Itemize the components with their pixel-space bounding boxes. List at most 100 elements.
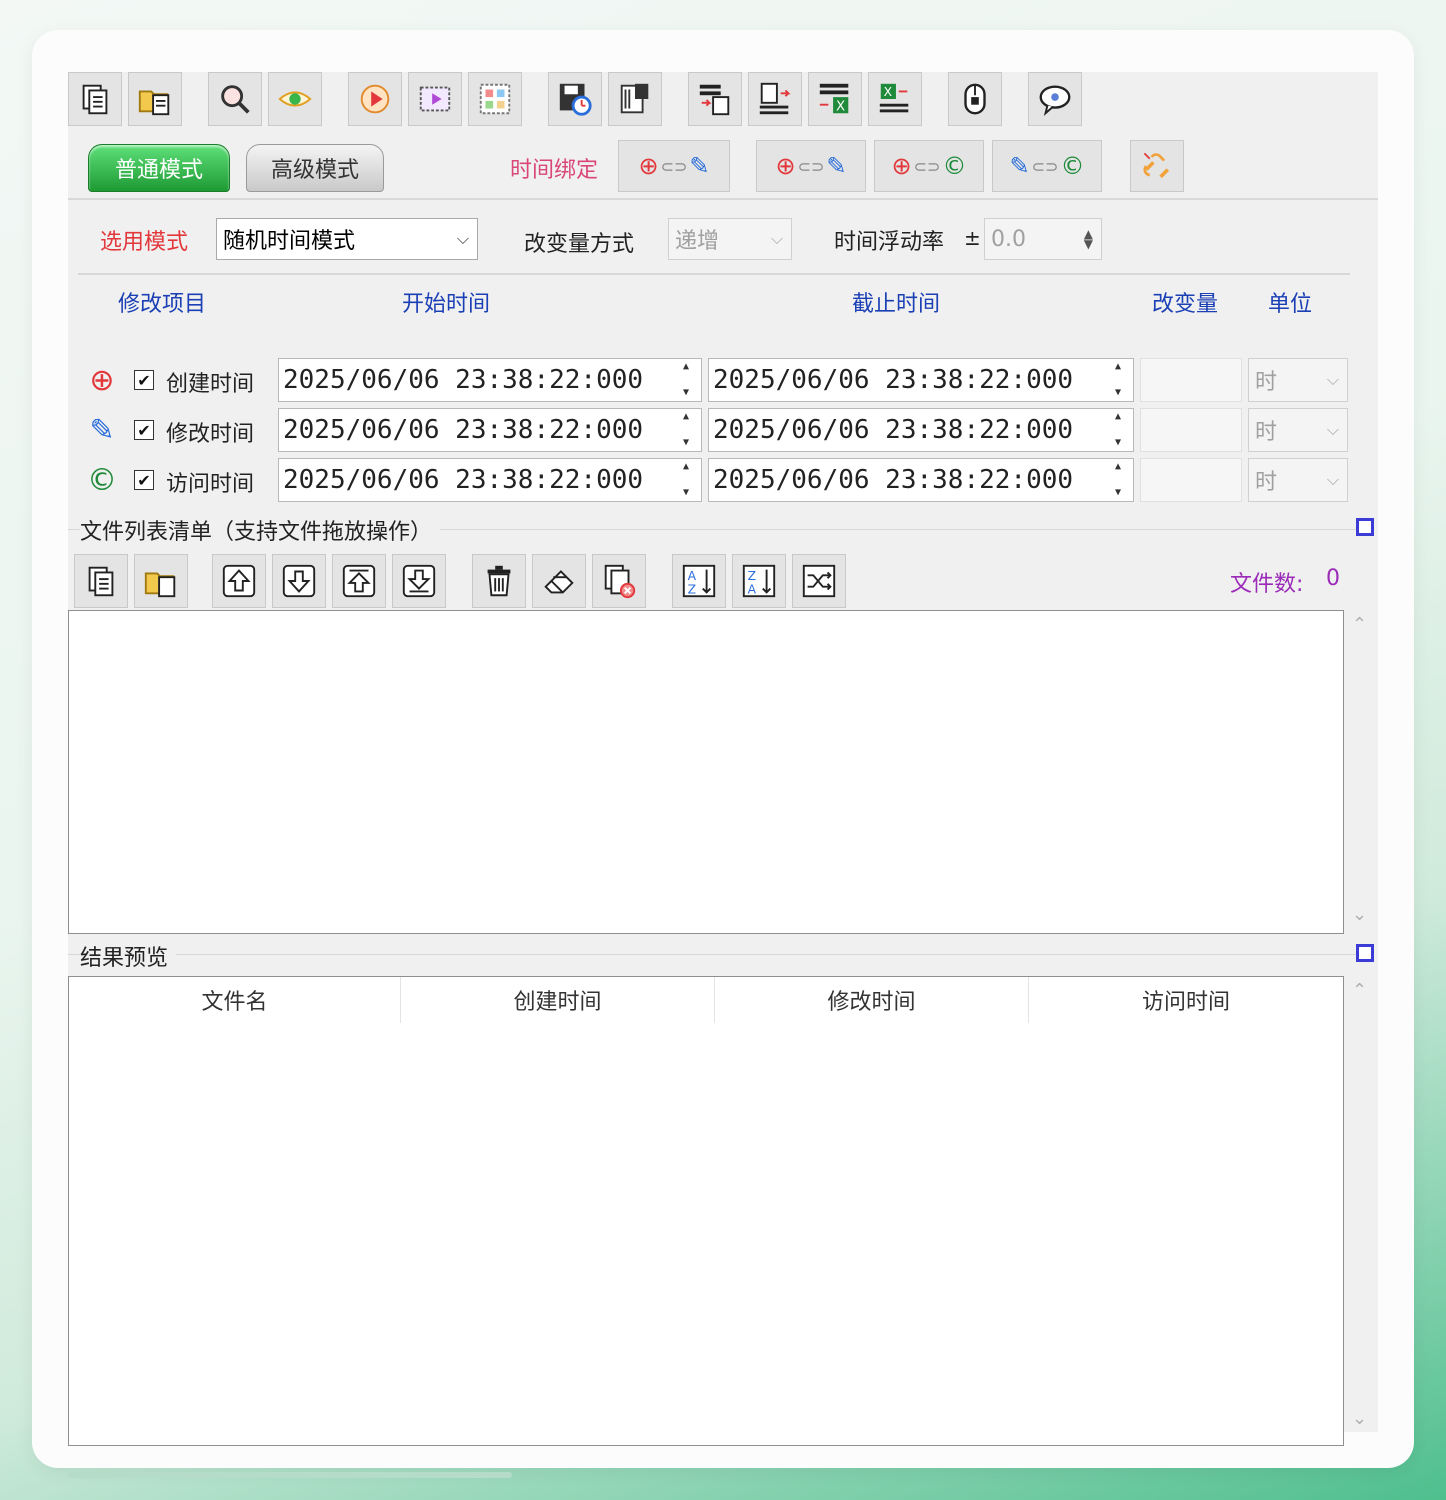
plus-minus-sign: ± <box>964 226 981 250</box>
preview-toggle[interactable] <box>1356 944 1374 962</box>
play-button[interactable] <box>348 72 402 126</box>
move-top-button[interactable] <box>332 554 386 608</box>
access-end-time-value: 2025/06/06 23:38:22:000 <box>713 465 1074 495</box>
modify-start-time-input[interactable]: 2025/06/06 23:38:22:000 ▲ ▼ <box>278 408 702 452</box>
message-button[interactable] <box>1028 72 1082 126</box>
preview-button[interactable] <box>268 72 322 126</box>
float-rate-input[interactable]: 0.0 ▲ ▼ <box>984 218 1102 260</box>
chevron-down-icon: ⌵ <box>456 229 469 248</box>
bind-modify-access-button[interactable]: ✎ ⊂⊃ © <box>992 140 1102 192</box>
column-header-accessed[interactable]: 访问时间 <box>1029 977 1343 1023</box>
arrow-bottom-icon <box>402 564 436 598</box>
column-header-created[interactable]: 创建时间 <box>401 977 715 1023</box>
mode-select[interactable]: 随机时间模式 ⌵ <box>216 218 478 260</box>
create-end-time-input[interactable]: 2025/06/06 23:38:22:000 ▲ ▼ <box>708 358 1134 402</box>
create-time-checkbox[interactable]: ✔ <box>134 370 154 390</box>
svg-text:X: X <box>884 85 893 99</box>
access-end-time-input[interactable]: 2025/06/06 23:38:22:000 ▲ ▼ <box>708 458 1134 502</box>
export-excel-button[interactable]: X <box>868 72 922 126</box>
move-bottom-button[interactable] <box>392 554 446 608</box>
modify-end-time-input[interactable]: 2025/06/06 23:38:22:000 ▲ ▼ <box>708 408 1134 452</box>
mouse-button[interactable] <box>948 72 1002 126</box>
bind-create-modify-button[interactable]: ⊕ ⊂⊃ ✎ <box>618 140 730 192</box>
play-icon <box>360 84 390 114</box>
svg-text:A: A <box>748 582 757 596</box>
spin-button[interactable]: ▲ ▼ <box>673 361 699 399</box>
modify-start-time-value: 2025/06/06 23:38:22:000 <box>283 415 644 445</box>
select-frame-button[interactable] <box>408 72 462 126</box>
modify-time-label: 修改时间 <box>166 422 255 447</box>
unbind-button[interactable] <box>1130 140 1184 192</box>
column-header-filename[interactable]: 文件名 <box>69 977 401 1023</box>
add-folder-button[interactable] <box>134 554 188 608</box>
header-delta: 改变量 <box>1152 292 1219 317</box>
preview-table[interactable]: 文件名 创建时间 修改时间 访问时间 <box>68 976 1344 1446</box>
grid-icon <box>479 83 511 115</box>
copy-files-icon <box>82 84 108 115</box>
move-down-button[interactable] <box>272 554 326 608</box>
access-unit-value: 时 <box>1255 470 1278 495</box>
spin-button[interactable]: ▲ ▼ <box>673 411 699 449</box>
spin-button[interactable]: ▲ ▼ <box>1105 461 1131 499</box>
create-time-label: 创建时间 <box>166 372 255 397</box>
modify-unit-select[interactable]: 时 ⌵ <box>1248 408 1348 452</box>
modify-delta-input[interactable] <box>1140 408 1242 452</box>
clear-list-button[interactable] <box>532 554 586 608</box>
spin-button[interactable]: ▲ ▼ <box>1105 411 1131 449</box>
create-unit-select[interactable]: 时 ⌵ <box>1248 358 1348 402</box>
create-start-time-input[interactable]: 2025/06/06 23:38:22:000 ▲ ▼ <box>278 358 702 402</box>
bind-create-access-button[interactable]: ⊕ ⊂⊃ © <box>874 140 984 192</box>
add-files-button[interactable] <box>74 554 128 608</box>
header-start-time: 开始时间 <box>402 292 491 317</box>
main-toolbar: X X <box>68 72 1378 130</box>
svg-text:Z: Z <box>748 569 756 583</box>
modify-time-checkbox[interactable]: ✔ <box>134 420 154 440</box>
search-button[interactable] <box>208 72 262 126</box>
access-time-icon: © <box>87 462 117 498</box>
change-method-select[interactable]: 递增 ⌵ <box>668 218 792 260</box>
float-rate-label: 时间浮动率 <box>834 230 945 255</box>
mouse-icon <box>964 83 986 115</box>
column-header-modified[interactable]: 修改时间 <box>715 977 1029 1023</box>
normal-mode-tab[interactable]: 普通模式 <box>88 144 230 192</box>
import-excel-button[interactable]: X <box>808 72 862 126</box>
sort-descending-button[interactable]: ZA <box>732 554 786 608</box>
save-time-button[interactable] <box>548 72 602 126</box>
header-item: 修改项目 <box>118 292 207 317</box>
grid-select-button[interactable] <box>468 72 522 126</box>
link-icon: ⊂⊃ <box>1031 156 1059 176</box>
add-folder-button[interactable] <box>128 72 182 126</box>
spin-button[interactable]: ▲ ▼ <box>673 461 699 499</box>
load-button[interactable] <box>608 72 662 126</box>
float-rate-value: 0.0 <box>991 226 1026 252</box>
sort-ascending-button[interactable]: AZ <box>672 554 726 608</box>
spin-button[interactable]: ▲ ▼ <box>1105 361 1131 399</box>
move-up-button[interactable] <box>212 554 266 608</box>
file-list-box[interactable] <box>68 610 1344 934</box>
scroll-down-icon[interactable]: ⌄ <box>1352 904 1367 925</box>
bind-create-modify-pair-button[interactable]: ⊕ ⊂⊃ ✎ <box>756 140 866 192</box>
create-time-icon: ⊕ <box>891 152 912 180</box>
change-method-label: 改变量方式 <box>524 232 635 257</box>
scroll-up-icon[interactable]: ⌃ <box>1352 614 1367 635</box>
add-files-button[interactable] <box>68 72 122 126</box>
link-icon: ⊂⊃ <box>797 156 825 176</box>
create-delta-input[interactable] <box>1140 358 1242 402</box>
scroll-up-icon[interactable]: ⌃ <box>1352 980 1367 1001</box>
broken-link-icon <box>1143 152 1170 179</box>
remove-invalid-button[interactable] <box>592 554 646 608</box>
delete-button[interactable] <box>472 554 526 608</box>
access-start-time-input[interactable]: 2025/06/06 23:38:22:000 ▲ ▼ <box>278 458 702 502</box>
import-list-button[interactable] <box>688 72 742 126</box>
advanced-mode-tab[interactable]: 高级模式 <box>246 144 384 192</box>
file-list-toggle[interactable] <box>1356 518 1374 536</box>
access-time-checkbox[interactable]: ✔ <box>134 470 154 490</box>
export-list-button[interactable] <box>748 72 802 126</box>
scroll-down-icon[interactable]: ⌄ <box>1352 1408 1367 1429</box>
shuffle-button[interactable] <box>792 554 846 608</box>
folder-disk-icon <box>620 83 649 114</box>
access-delta-input[interactable] <box>1140 458 1242 502</box>
window-card: X X 普通模式 高级模式 时间绑定 ⊕ ⊂⊃ ✎ ⊕ ⊂⊃ ✎ ⊕ ⊂⊃ © ✎ ⊂⊃ © 选… <box>32 30 1414 1468</box>
access-time-icon: © <box>942 152 967 180</box>
access-unit-select[interactable]: 时 ⌵ <box>1248 458 1348 502</box>
